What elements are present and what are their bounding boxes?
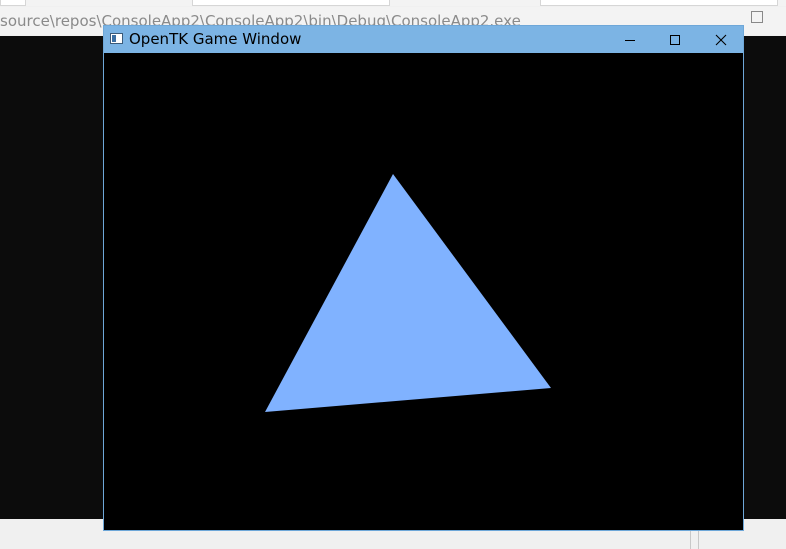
rendered-triangle [265, 174, 551, 412]
maximize-button[interactable] [652, 26, 698, 53]
minimize-button[interactable] [607, 26, 653, 53]
app-icon[interactable] [110, 33, 123, 44]
render-canvas [265, 174, 551, 412]
minimize-icon [625, 39, 635, 41]
background-toolbar-strip [0, 0, 786, 6]
background-toolbar-box [0, 0, 26, 6]
render-viewport[interactable] [104, 53, 743, 530]
close-icon [715, 34, 727, 45]
background-toolbar-box [192, 0, 390, 6]
game-window-titlebar[interactable]: OpenTK Game Window [104, 26, 743, 53]
close-button[interactable] [698, 26, 744, 53]
game-window-title: OpenTK Game Window [129, 30, 302, 48]
game-window[interactable]: OpenTK Game Window [103, 25, 744, 531]
background-toolbar-box [540, 0, 778, 6]
background-maximize-icon[interactable] [751, 11, 763, 23]
maximize-icon [670, 34, 680, 45]
